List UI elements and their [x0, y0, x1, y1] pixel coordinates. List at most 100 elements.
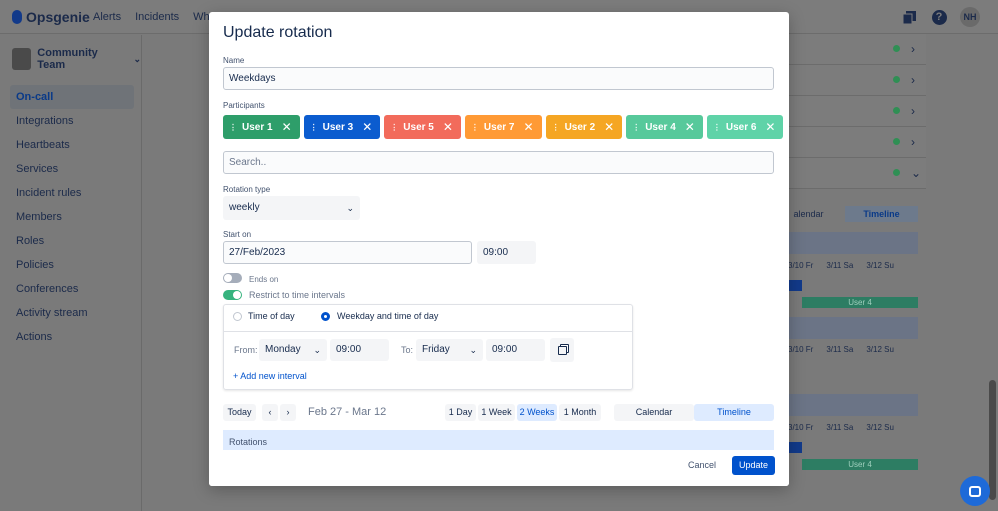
participant-chip[interactable]: ⋮ User 3 ✕ [303, 115, 381, 139]
start-time-select[interactable]: 09:00 [477, 241, 536, 264]
participant-name: User 4 [645, 121, 676, 133]
rotation-type-select[interactable]: weekly ⌄ [223, 196, 360, 220]
help-icon[interactable]: ? [930, 8, 948, 26]
prev-button[interactable]: ‹ [262, 404, 278, 421]
chevron-right-icon[interactable]: › [911, 104, 915, 118]
ends-on-label: Ends on [249, 275, 279, 284]
update-button[interactable]: Update [732, 456, 775, 475]
range-1-month[interactable]: 1 Month [559, 404, 601, 421]
ends-on-toggle[interactable] [223, 273, 242, 283]
copy-icon [557, 345, 567, 355]
sidebar-list: On-call Integrations Heartbeats Services… [10, 85, 134, 349]
from-time-select[interactable]: 09:00 [330, 339, 389, 361]
list-item[interactable]: › [780, 127, 926, 158]
sidebar-item-incident-rules[interactable]: Incident rules [10, 181, 134, 205]
date-label: 3/11 Sa [826, 345, 854, 354]
sidebar-item-on-call[interactable]: On-call [10, 85, 134, 109]
range-1-day[interactable]: 1 Day [445, 404, 476, 421]
drag-handle-icon[interactable]: ⋮ [390, 123, 398, 132]
participant-chip[interactable]: ⋮ User 1 ✕ [223, 115, 300, 139]
status-dot [893, 169, 900, 176]
cancel-button[interactable]: Cancel [688, 456, 716, 475]
chevron-right-icon[interactable]: › [911, 73, 915, 87]
list-item[interactable]: › [780, 65, 926, 96]
list-item[interactable]: › [780, 34, 926, 65]
remove-icon[interactable]: ✕ [362, 120, 372, 134]
drag-handle-icon[interactable]: ⋮ [229, 123, 237, 132]
participant-name: User 2 [564, 121, 596, 133]
chevron-down-icon[interactable]: ⌄ [911, 166, 921, 180]
logo[interactable]: Opsgenie [12, 9, 90, 25]
drag-handle-icon[interactable]: ⋮ [632, 123, 640, 132]
participant-chip[interactable]: ⋮ User 4 ✕ [626, 115, 703, 139]
sidebar: Community Team ⌄ On-call Integrations He… [0, 35, 142, 511]
remove-icon[interactable]: ✕ [685, 120, 695, 134]
sidebar-item-services[interactable]: Services [10, 157, 134, 181]
remove-icon[interactable]: ✕ [282, 120, 292, 134]
date-label: 3/12 Su [866, 261, 894, 270]
range-1-week[interactable]: 1 Week [478, 404, 515, 421]
add-interval-link[interactable]: + Add new interval [233, 371, 307, 381]
team-selector[interactable]: Community Team ⌄ [12, 47, 141, 71]
avatar[interactable]: NH [960, 7, 980, 27]
next-button[interactable]: › [280, 404, 296, 421]
chevron-left-icon: ‹ [268, 407, 272, 417]
today-button[interactable]: Today [223, 404, 256, 421]
to-day-select[interactable]: Friday ⌄ [416, 339, 483, 361]
participant-search-input[interactable]: Search.. [223, 151, 774, 174]
radio-time-of-day[interactable] [233, 312, 242, 321]
scrollbar[interactable] [989, 380, 996, 500]
participant-chip[interactable]: ⋮ User 5 ✕ [384, 115, 461, 139]
to-time-select[interactable]: 09:00 [486, 339, 545, 361]
team-name: Community Team [37, 47, 98, 71]
name-input[interactable]: Weekdays [223, 67, 774, 90]
timeline-dates: 3/10 Fr 3/11 Sa 3/12 Su [788, 345, 894, 354]
dialog-title: Update rotation [223, 24, 333, 41]
top-icons: ? NH [900, 7, 980, 27]
sidebar-item-heartbeats[interactable]: Heartbeats [10, 133, 134, 157]
remove-icon[interactable]: ✕ [524, 120, 534, 134]
sidebar-item-actions[interactable]: Actions [10, 325, 134, 349]
copy-interval-button[interactable] [550, 338, 574, 362]
participant-chip[interactable]: ⋮ User 6 ✕ [706, 115, 784, 139]
drag-handle-icon[interactable]: ⋮ [552, 123, 560, 132]
sidebar-item-integrations[interactable]: Integrations [10, 109, 134, 133]
drag-handle-icon[interactable]: ⋮ [713, 123, 721, 132]
sidebar-item-activity-stream[interactable]: Activity stream [10, 301, 134, 325]
remove-icon[interactable]: ✕ [443, 120, 453, 134]
sidebar-item-members[interactable]: Members [10, 205, 134, 229]
chevron-right-icon[interactable]: › [911, 135, 915, 149]
time-of-day-label: Time of day [248, 311, 295, 321]
nav-incidents[interactable]: Incidents [135, 11, 179, 23]
participant-chip[interactable]: ⋮ User 7 ✕ [464, 115, 542, 139]
nav-alerts[interactable]: Alerts [93, 11, 121, 23]
drag-handle-icon[interactable]: ⋮ [471, 123, 479, 132]
status-dot [893, 45, 900, 52]
remove-icon[interactable]: ✕ [765, 120, 775, 134]
view-timeline[interactable]: Timeline [694, 404, 774, 421]
remove-icon[interactable]: ✕ [604, 120, 614, 134]
timeline-bar: User 4 [802, 459, 918, 470]
apps-icon[interactable] [900, 8, 918, 26]
restrict-toggle[interactable] [223, 290, 242, 300]
sidebar-item-conferences[interactable]: Conferences [10, 277, 134, 301]
background-view-tabs: alendar Timeline [772, 206, 918, 222]
from-day-select[interactable]: Monday ⌄ [259, 339, 327, 361]
date-label: 3/10 Fr [788, 345, 814, 354]
list-item[interactable]: › [780, 96, 926, 127]
start-date-input[interactable]: 27/Feb/2023 [223, 241, 472, 264]
list-item[interactable]: ⌄ [780, 158, 926, 189]
tab-timeline-bg[interactable]: Timeline [845, 206, 918, 222]
radio-weekday-and-time[interactable] [321, 312, 330, 321]
range-2-weeks[interactable]: 2 Weeks [517, 404, 557, 421]
chevron-down-icon: ⌄ [469, 345, 477, 355]
drag-handle-icon[interactable]: ⋮ [310, 123, 318, 132]
sidebar-item-policies[interactable]: Policies [10, 253, 134, 277]
participant-chip[interactable]: ⋮ User 2 ✕ [545, 115, 623, 139]
sidebar-item-roles[interactable]: Roles [10, 229, 134, 253]
chat-button[interactable] [960, 476, 990, 506]
view-calendar[interactable]: Calendar [614, 404, 694, 421]
chevron-down-icon: ⌄ [346, 203, 354, 213]
chevron-right-icon[interactable]: › [911, 42, 915, 56]
participant-name: User 6 [725, 121, 757, 133]
